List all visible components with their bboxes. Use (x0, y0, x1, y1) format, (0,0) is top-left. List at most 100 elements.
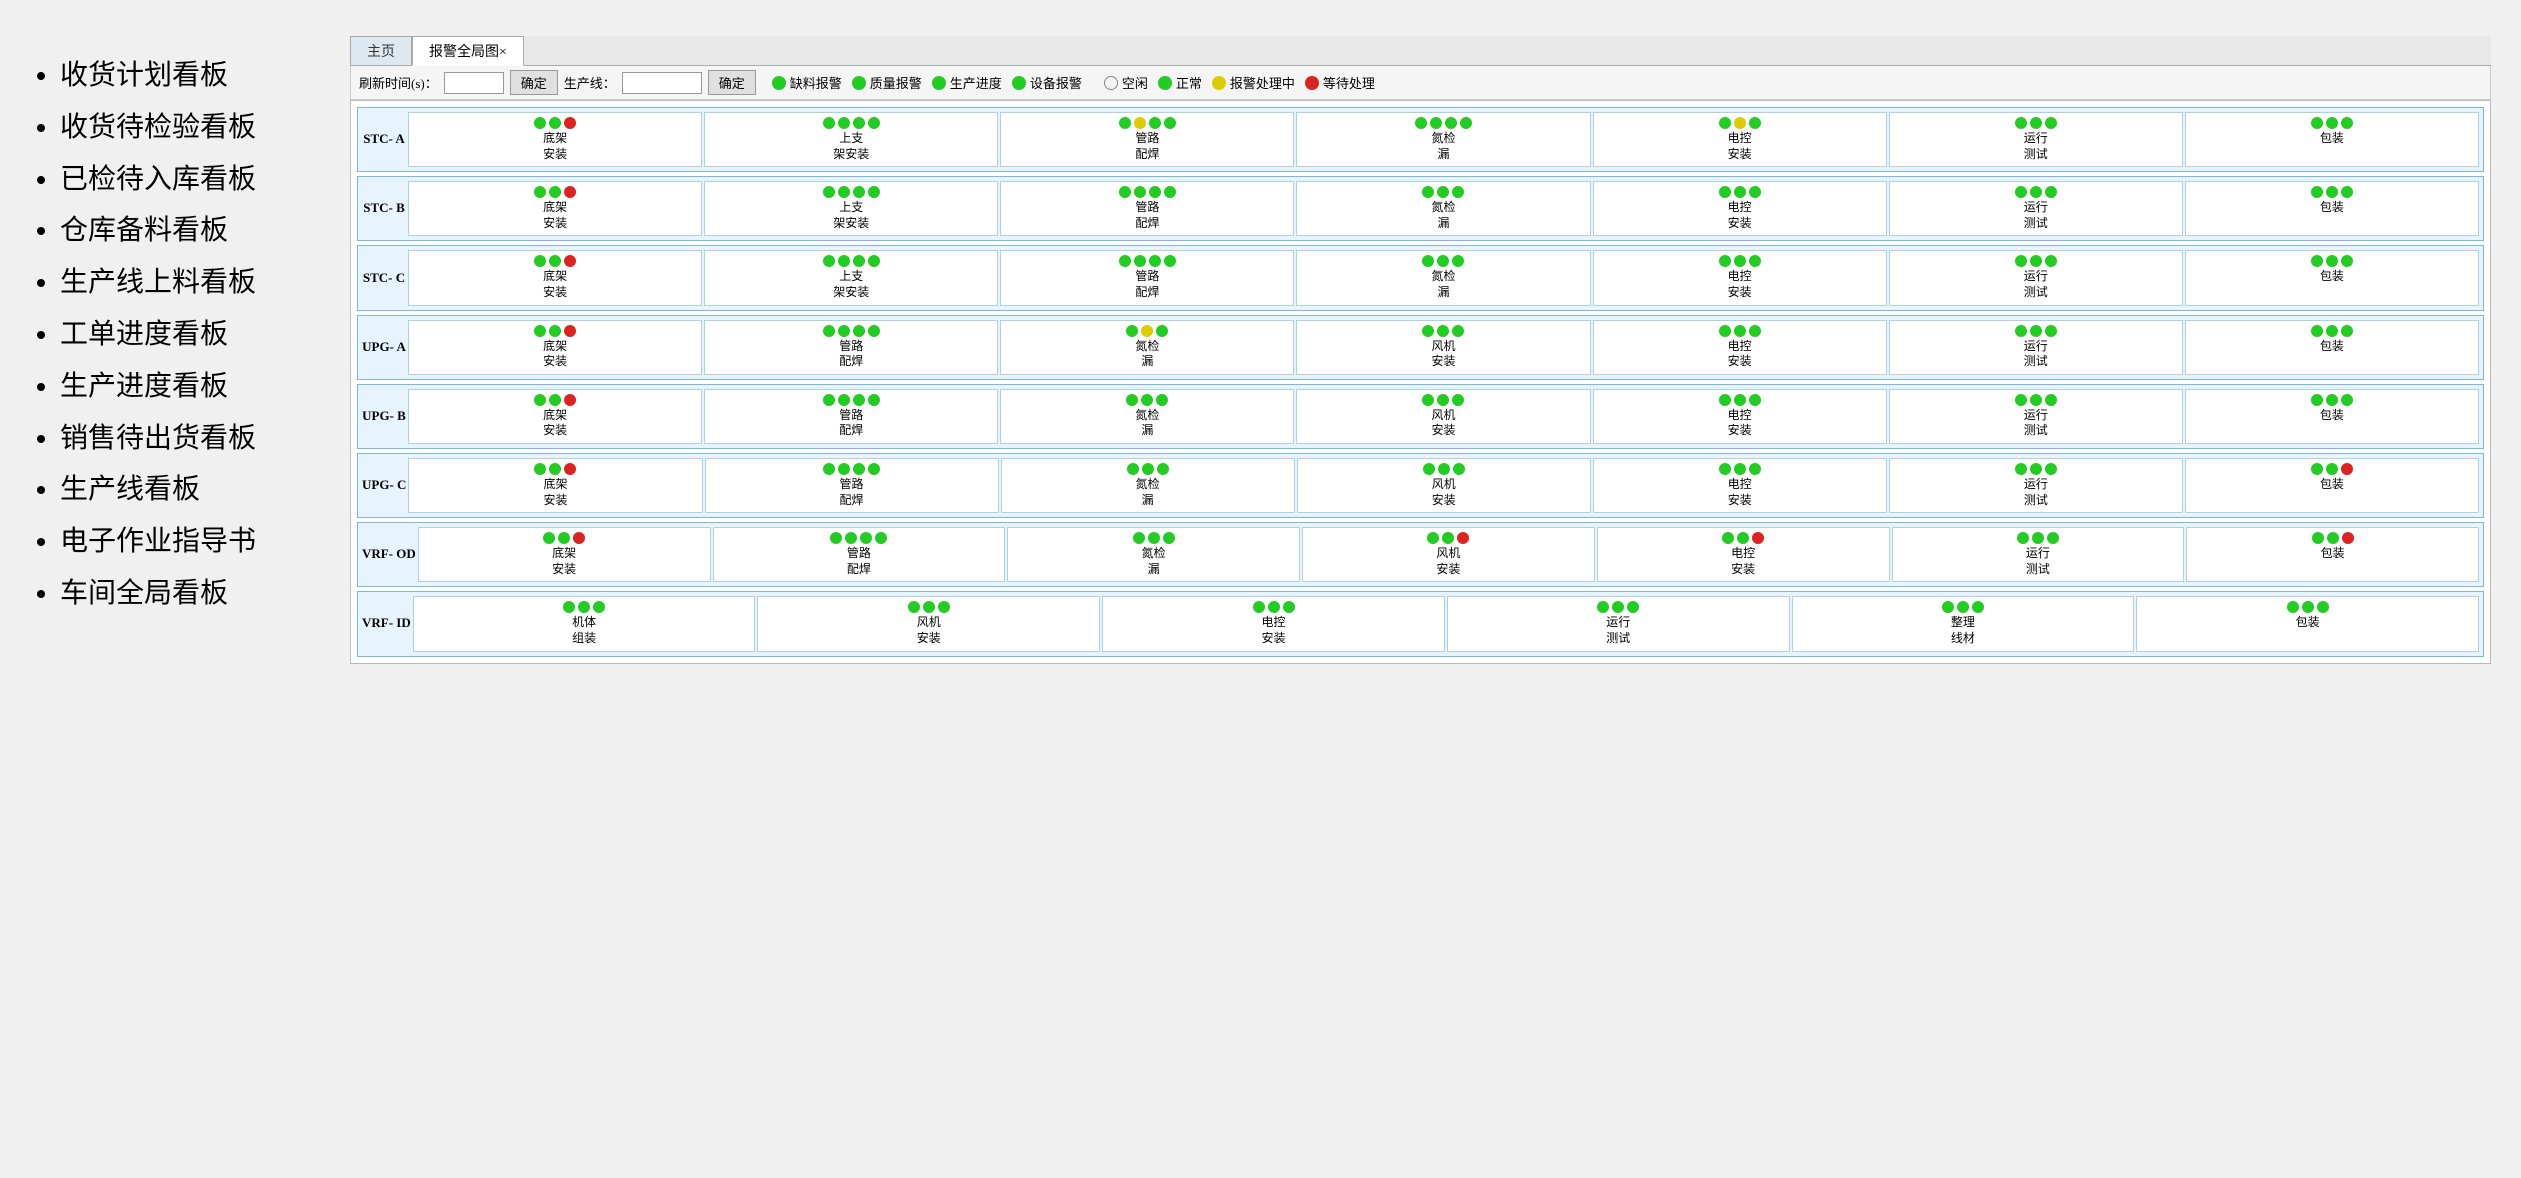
station-cell[interactable]: 氮检 漏 (1000, 389, 1294, 444)
station-status-dot (2030, 117, 2042, 129)
station-cell[interactable]: 管路 配焊 (1000, 181, 1294, 236)
station-name: 底架 安装 (543, 408, 567, 439)
station-cell[interactable]: 电控 安装 (1593, 112, 1887, 167)
menu-item[interactable]: 电子作业指导书 (60, 516, 310, 568)
station-cell[interactable]: 底架 安装 (408, 181, 702, 236)
station-cell[interactable]: 管路 配焊 (704, 389, 998, 444)
station-cell[interactable]: 电控 安装 (1593, 250, 1887, 305)
station-dots (534, 463, 576, 475)
station-cell[interactable]: 电控 安装 (1593, 458, 1887, 513)
station-cell[interactable]: 运行 测试 (1889, 181, 2183, 236)
station-cell[interactable]: 管路 配焊 (1000, 112, 1294, 167)
station-cell[interactable]: 运行 测试 (1889, 320, 2183, 375)
station-name: 电控 安装 (1728, 477, 1752, 508)
station-cell[interactable]: 包装 (2185, 389, 2479, 444)
station-cell[interactable]: 氮检 漏 (1001, 458, 1295, 513)
station-cell[interactable]: 包装 (2185, 320, 2479, 375)
menu-item[interactable]: 销售待出货看板 (60, 413, 310, 465)
station-cell[interactable]: 风机 安装 (1302, 527, 1595, 582)
station-cell[interactable]: 电控 安装 (1593, 320, 1887, 375)
station-dots (2311, 325, 2353, 337)
station-cell[interactable]: 氮检 漏 (1000, 320, 1294, 375)
menu-item[interactable]: 收货计划看板 (60, 50, 310, 102)
menu-item[interactable]: 工单进度看板 (60, 309, 310, 361)
station-cell[interactable]: 底架 安装 (408, 389, 702, 444)
station-cell[interactable]: 氮检 漏 (1296, 250, 1590, 305)
station-cell[interactable]: 包装 (2185, 181, 2479, 236)
equipment-label: 设备报警 (1030, 73, 1082, 92)
station-dots (2311, 186, 2353, 198)
station-cell[interactable]: 氮检 漏 (1296, 181, 1590, 236)
station-cell[interactable]: 包装 (2185, 250, 2479, 305)
station-status-dot (2015, 394, 2027, 406)
station-cell[interactable]: 运行 测试 (1447, 596, 1790, 651)
menu-item[interactable]: 已检待入库看板 (60, 154, 310, 206)
legend-processing: 报警处理中 (1212, 73, 1295, 92)
station-cell[interactable]: 底架 安装 (408, 112, 702, 167)
station-cell[interactable]: 运行 测试 (1889, 112, 2183, 167)
station-cell[interactable]: 管路 配焊 (713, 527, 1006, 582)
station-name: 管路 配焊 (839, 408, 863, 439)
station-cell[interactable]: 底架 安装 (408, 250, 702, 305)
legend-normal: 正常 (1158, 73, 1202, 92)
station-dots (2015, 186, 2057, 198)
station-status-dot (1149, 117, 1161, 129)
main-content: STC- A底架 安装上支 架安装管路 配焊氮检 漏电控 安装运行 测试包装ST… (350, 100, 2491, 664)
station-cell[interactable]: 氮检 漏 (1007, 527, 1300, 582)
station-cell[interactable]: 运行 测试 (1889, 389, 2183, 444)
station-status-dot (1749, 394, 1761, 406)
station-cell[interactable]: 运行 测试 (1889, 250, 2183, 305)
idle-dot (1104, 76, 1118, 90)
menu-item[interactable]: 生产线看板 (60, 464, 310, 516)
station-cell[interactable]: 包装 (2185, 112, 2479, 167)
tab-alarm-overview[interactable]: 报警全局图× (412, 36, 524, 66)
station-cell[interactable]: 风机 安装 (1296, 389, 1590, 444)
station-cell[interactable]: 电控 安装 (1593, 181, 1887, 236)
station-cell[interactable]: 上支 架安装 (704, 112, 998, 167)
station-name: 管路 配焊 (1135, 269, 1159, 300)
station-status-dot (1972, 601, 1984, 613)
station-cell[interactable]: 风机 安装 (1296, 320, 1590, 375)
tab-home[interactable]: 主页 (350, 36, 412, 65)
station-cell[interactable]: 包装 (2185, 458, 2479, 513)
station-cell[interactable]: 氮检 漏 (1296, 112, 1590, 167)
line-input[interactable] (622, 72, 702, 94)
station-cell[interactable]: 底架 安装 (408, 320, 702, 375)
station-dots (2312, 532, 2354, 544)
station-cell[interactable]: 风机 安装 (1297, 458, 1591, 513)
station-cell[interactable]: 包装 (2186, 527, 2479, 582)
station-cell[interactable]: 整理 线材 (1792, 596, 2135, 651)
station-cell[interactable]: 机体 组装 (413, 596, 756, 651)
station-cell[interactable]: 上支 架安装 (704, 181, 998, 236)
station-cell[interactable]: 运行 测试 (1889, 458, 2183, 513)
menu-item[interactable]: 生产线上料看板 (60, 257, 310, 309)
station-cell[interactable]: 管路 配焊 (705, 458, 999, 513)
delay-input[interactable] (444, 72, 504, 94)
station-cell[interactable]: 运行 测试 (1892, 527, 2185, 582)
station-status-dot (2045, 117, 2057, 129)
pending-label: 等待处理 (1323, 73, 1375, 92)
station-cell[interactable]: 上支 架安装 (704, 250, 998, 305)
station-cell[interactable]: 包装 (2136, 596, 2479, 651)
station-cell[interactable]: 管路 配焊 (1000, 250, 1294, 305)
station-cell[interactable]: 管路 配焊 (704, 320, 998, 375)
station-cell[interactable]: 底架 安装 (408, 458, 702, 513)
menu-item[interactable]: 收货待检验看板 (60, 102, 310, 154)
confirm-line-button[interactable]: 确定 (708, 70, 756, 95)
station-status-dot (1719, 255, 1731, 267)
alert-missing-material: 缺料报警 (772, 73, 842, 92)
station-cell[interactable]: 底架 安装 (418, 527, 711, 582)
menu-item[interactable]: 仓库备料看板 (60, 205, 310, 257)
menu-item[interactable]: 车间全局看板 (60, 568, 310, 620)
menu-item[interactable]: 生产进度看板 (60, 361, 310, 413)
line-label: STC- A (362, 112, 406, 167)
station-dots (1127, 463, 1169, 475)
station-cell[interactable]: 电控 安装 (1593, 389, 1887, 444)
confirm-delay-button[interactable]: 确定 (510, 70, 558, 95)
station-dots (1253, 601, 1295, 613)
station-cell[interactable]: 电控 安装 (1102, 596, 1445, 651)
station-status-dot (1164, 186, 1176, 198)
equipment-dot (1012, 76, 1026, 90)
station-cell[interactable]: 风机 安装 (757, 596, 1100, 651)
station-cell[interactable]: 电控 安装 (1597, 527, 1890, 582)
